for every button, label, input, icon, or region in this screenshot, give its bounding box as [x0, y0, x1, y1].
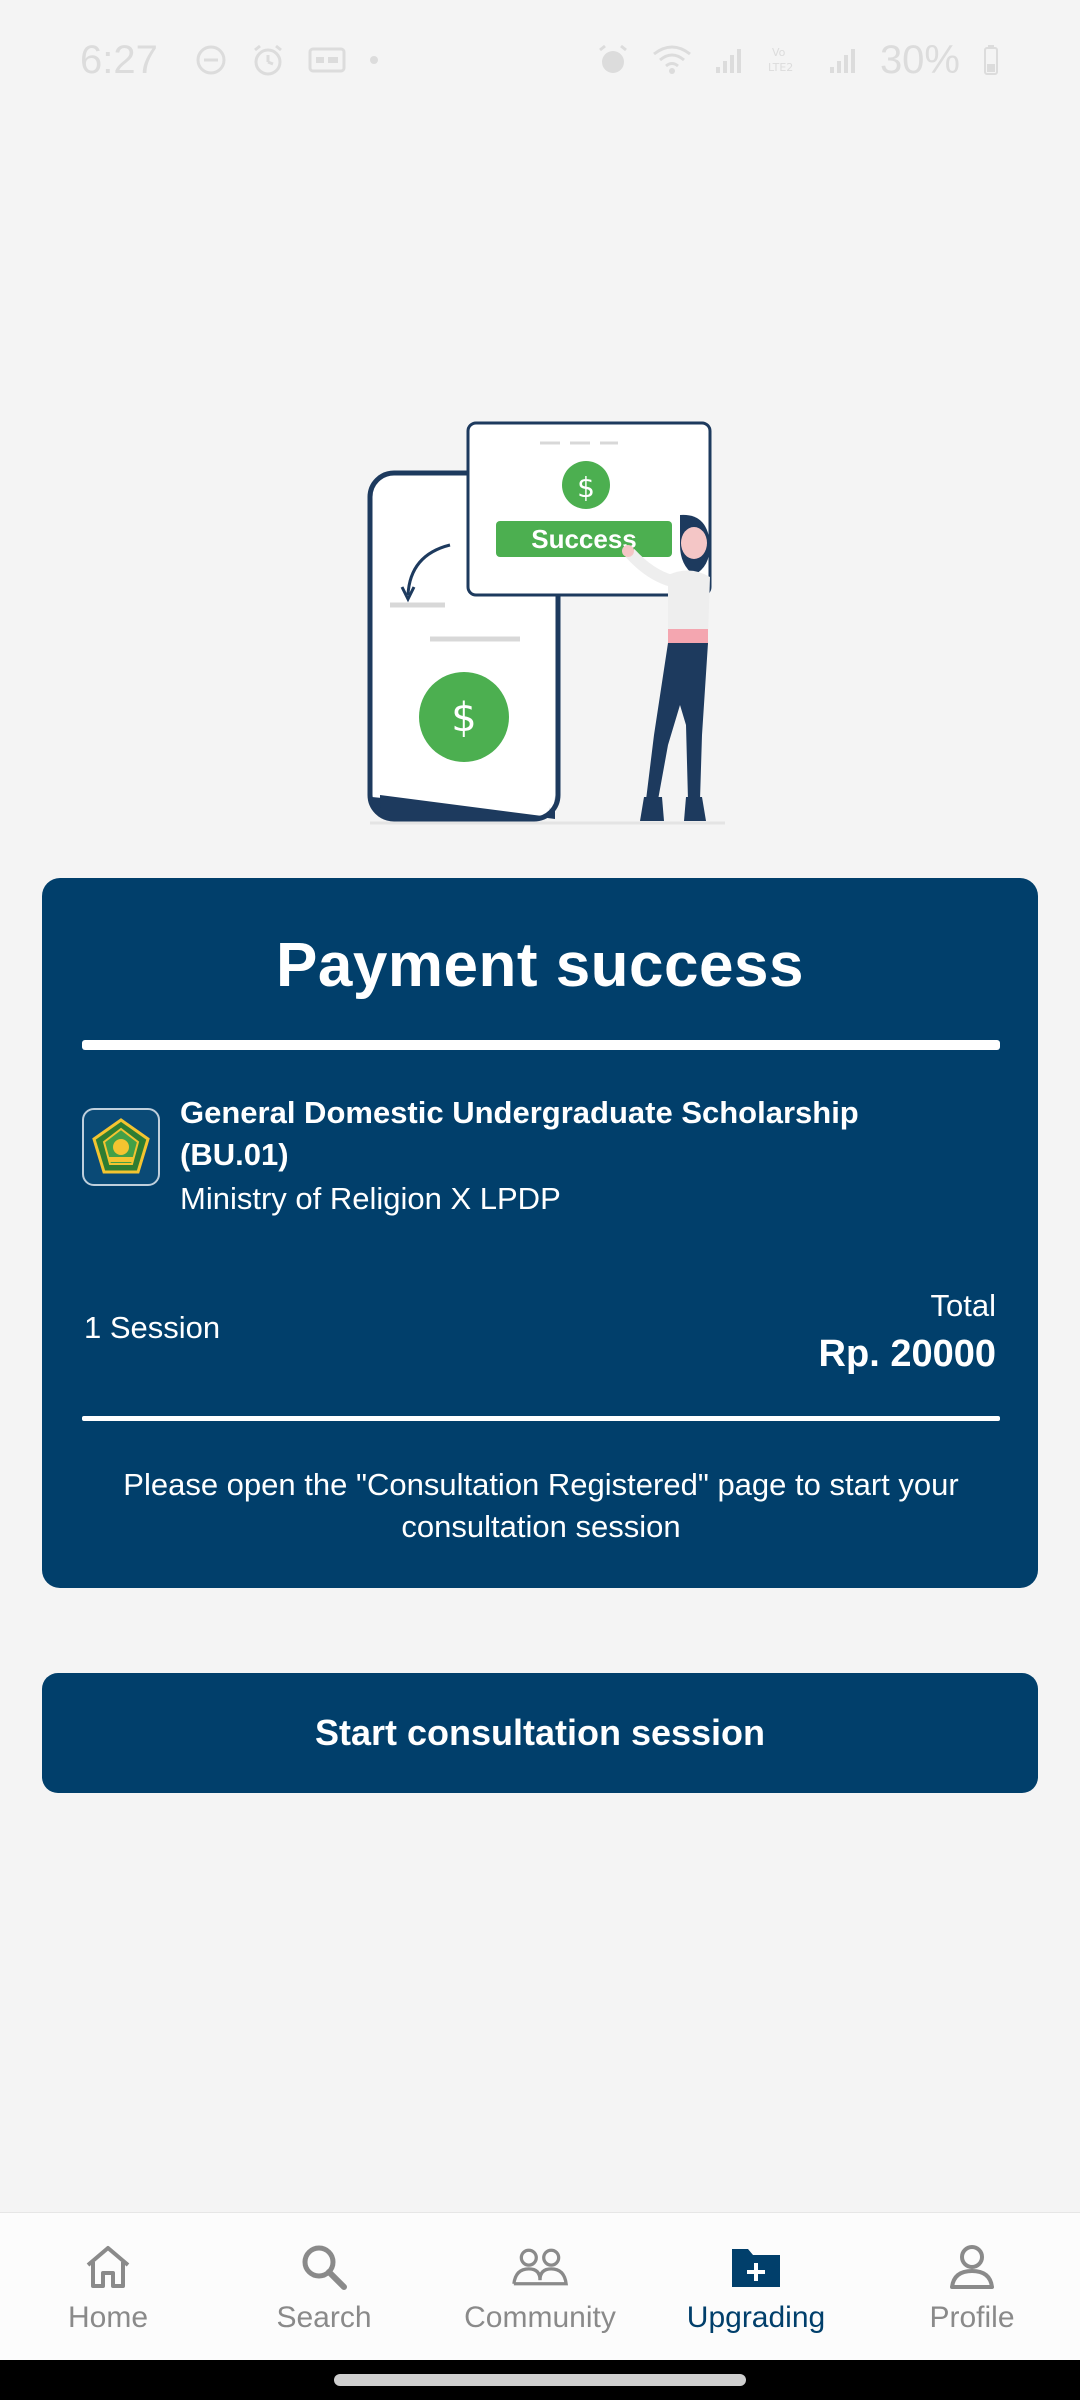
scholarship-row: General Domestic Undergraduate Scholarsh… [82, 1092, 1000, 1220]
card-divider [82, 1416, 1000, 1421]
wifi-icon [652, 44, 692, 76]
nav-item-search[interactable]: Search [224, 2239, 424, 2335]
scholarship-name: General Domestic Undergraduate Scholarsh… [180, 1095, 859, 1172]
battery-text: 30% [879, 37, 960, 82]
signal-icon [714, 45, 744, 75]
nav-item-community[interactable]: Community [440, 2239, 640, 2335]
status-left: 6:27 [80, 38, 380, 83]
home-gesture-bar[interactable] [334, 2374, 746, 2386]
volte-icon: Vo LTE2 [766, 43, 806, 77]
do-not-disturb-icon [194, 43, 228, 77]
home-icon [80, 2239, 136, 2295]
nav-label-profile: Profile [929, 2300, 1015, 2334]
profile-icon [944, 2239, 1000, 2295]
nav-label-search: Search [276, 2300, 372, 2334]
battery-icon [982, 44, 1000, 76]
svg-text:LTE2: LTE2 [768, 61, 793, 74]
community-icon [512, 2239, 568, 2295]
card-title: Payment success [276, 931, 804, 1000]
payment-success-illustration: $ $ Success [350, 405, 730, 835]
total-block: Total Rp. 20000 [819, 1286, 996, 1378]
success-label: Success [531, 524, 637, 554]
dollar-symbol-large: $ [451, 695, 476, 741]
status-right: Vo LTE2 30% [596, 38, 1000, 83]
signal-icon [828, 45, 858, 75]
nav-item-home[interactable]: Home [8, 2239, 208, 2335]
success-screen-illustration: $ Success [466, 421, 712, 597]
start-consultation-button[interactable]: Start consultation session [42, 1673, 1038, 1793]
alarm-icon [250, 42, 286, 78]
folder-plus-icon [728, 2239, 784, 2295]
nav-label-home: Home [67, 2300, 149, 2334]
alarm-icon [596, 43, 630, 77]
dollar-symbol-small: $ [577, 471, 595, 504]
payment-success-screen: 6:27 Vo LTE2 30% $ $ Success Payment suc… [0, 0, 1080, 2400]
scholarship-organization: Ministry of Religion X LPDP [180, 1181, 561, 1216]
nav-label-community: Community [464, 2300, 616, 2334]
nav-item-upgrading[interactable]: Upgrading [656, 2239, 856, 2335]
consultation-note: Please open the "Consultation Registered… [123, 1467, 959, 1544]
status-time: 6:27 [80, 37, 158, 82]
scholarship-text: General Domestic Undergraduate Scholarsh… [180, 1092, 940, 1220]
nav-item-profile[interactable]: Profile [872, 2239, 1072, 2335]
total-value: Rp. 20000 [818, 1333, 996, 1375]
bottom-navigation: Home Search Community Upgrading Profile [0, 2212, 1080, 2360]
status-bar: 6:27 Vo LTE2 30% [0, 0, 1080, 120]
session-count: 1 Session [84, 1310, 221, 1345]
svg-text:Vo: Vo [772, 46, 786, 59]
search-icon [296, 2239, 352, 2295]
payment-summary-card: Payment success General Domestic Undergr… [42, 878, 1038, 1588]
total-label: Total [930, 1288, 996, 1323]
gesture-area [0, 2360, 1080, 2400]
ministry-logo [82, 1108, 160, 1186]
card-icon [308, 46, 346, 74]
card-divider [82, 1040, 1000, 1050]
dot-icon [368, 54, 380, 66]
nav-label-upgrading: Upgrading [686, 2300, 826, 2334]
